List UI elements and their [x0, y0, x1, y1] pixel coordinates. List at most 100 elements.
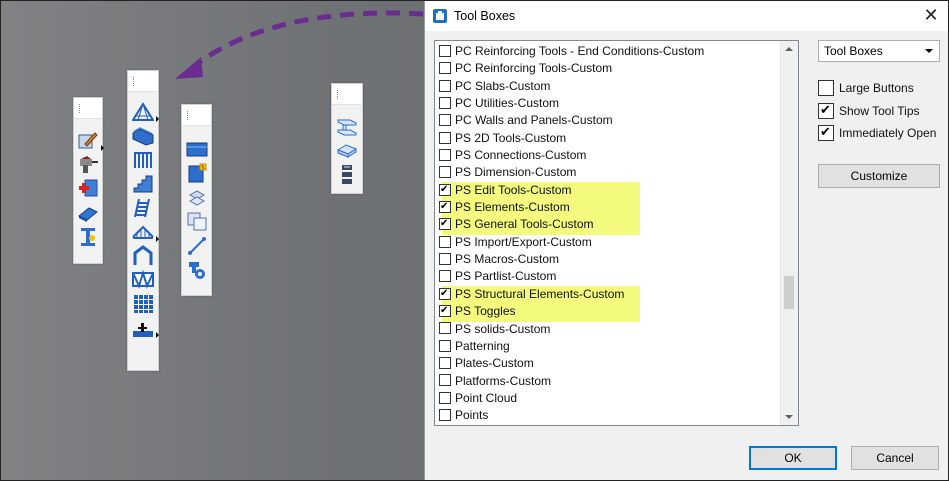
- item-label: PS Connections-Custom: [455, 148, 587, 163]
- immediately-open-option[interactable]: Immediately Open: [818, 124, 936, 142]
- item-checkbox[interactable]: [439, 409, 451, 422]
- item-checkbox[interactable]: [439, 62, 451, 75]
- toolbox-list[interactable]: PC Reinforcing Tools - End Conditions-Cu…: [434, 40, 799, 426]
- toolbox-2[interactable]: [127, 70, 159, 371]
- item-checkbox[interactable]: [439, 322, 451, 335]
- item-checkbox[interactable]: [439, 285, 451, 302]
- toolbox-grip[interactable]: [128, 71, 158, 92]
- customize-button[interactable]: Customize: [818, 164, 940, 188]
- list-item[interactable]: PS solids-Custom: [439, 321, 798, 338]
- large-buttons-checkbox[interactable]: [818, 79, 834, 96]
- list-item[interactable]: PC Reinforcing Tools - End Conditions-Cu…: [439, 43, 798, 60]
- grating-icon[interactable]: [132, 293, 154, 314]
- list-item[interactable]: PC Reinforcing Tools-Custom: [439, 60, 798, 77]
- move-icon[interactable]: [186, 187, 208, 208]
- edit-element-icon[interactable]: [77, 130, 104, 151]
- insert-element-icon[interactable]: [77, 178, 99, 199]
- cancel-button[interactable]: Cancel: [851, 446, 939, 470]
- item-checkbox[interactable]: [439, 166, 451, 179]
- railing-icon[interactable]: [132, 149, 154, 170]
- close-icon[interactable]: ✕: [921, 5, 941, 26]
- i-beam-icon[interactable]: [336, 116, 358, 137]
- scroll-down-icon[interactable]: [785, 415, 793, 419]
- item-checkbox[interactable]: [439, 215, 451, 232]
- beam-profile-icon[interactable]: [186, 139, 208, 160]
- column-icon[interactable]: [77, 226, 99, 247]
- select-value: Tool Boxes: [824, 44, 883, 58]
- list-item[interactable]: Points: [439, 407, 798, 424]
- list-item[interactable]: PS Edit Tools-Custom: [439, 181, 798, 199]
- toolbox-4[interactable]: [331, 83, 363, 194]
- ok-button[interactable]: OK: [749, 446, 837, 470]
- toolbox-grip[interactable]: [332, 84, 362, 105]
- toolbox-3[interactable]: [181, 104, 212, 296]
- show-tool-tips-checkbox[interactable]: [818, 102, 834, 119]
- item-checkbox[interactable]: [439, 148, 451, 161]
- corrugated-sheet-icon[interactable]: [132, 125, 154, 146]
- large-buttons-option[interactable]: Large Buttons: [818, 79, 914, 97]
- bolt-stack-icon[interactable]: [336, 164, 358, 185]
- toolbox-1[interactable]: [73, 97, 104, 264]
- item-checkbox[interactable]: [439, 252, 451, 265]
- list-item[interactable]: Plates-Custom: [439, 355, 798, 372]
- list-item[interactable]: PS General Tools-Custom: [439, 215, 798, 233]
- item-label: Points: [455, 408, 489, 423]
- drill-icon[interactable]: [77, 154, 99, 175]
- toolbox-grip[interactable]: [182, 105, 211, 126]
- list-item[interactable]: PS Dimension-Custom: [439, 164, 798, 181]
- item-checkbox[interactable]: [439, 357, 451, 370]
- item-checkbox[interactable]: [439, 96, 451, 109]
- arrow-head: [175, 57, 203, 79]
- settings-icon[interactable]: [186, 259, 208, 280]
- list-item[interactable]: PS Macros-Custom: [439, 251, 798, 268]
- list-item[interactable]: PS Elements-Custom: [439, 198, 798, 216]
- scroll-up-icon[interactable]: [785, 47, 793, 51]
- item-checkbox[interactable]: [439, 79, 451, 92]
- portal-frame-icon[interactable]: [132, 245, 154, 266]
- platform-icon[interactable]: [132, 317, 159, 338]
- toolbox-type-select[interactable]: Tool Boxes: [818, 40, 940, 62]
- bridge-truss-icon[interactable]: [132, 221, 159, 242]
- list-item[interactable]: PS 2D Tools-Custom: [439, 130, 798, 147]
- scroll-thumb[interactable]: [784, 276, 794, 309]
- list-item[interactable]: PS Structural Elements-Custom: [439, 285, 798, 303]
- list-item[interactable]: PS Partlist-Custom: [439, 268, 798, 285]
- item-checkbox[interactable]: [439, 270, 451, 283]
- stairs-icon[interactable]: [132, 173, 154, 194]
- line-icon[interactable]: [186, 235, 208, 256]
- item-checkbox[interactable]: [439, 44, 451, 57]
- roof-truss-icon[interactable]: [132, 101, 159, 122]
- edit-profile-icon[interactable]: [186, 163, 208, 184]
- copy-icon[interactable]: [186, 211, 208, 232]
- list-item[interactable]: Platforms-Custom: [439, 373, 798, 390]
- toolbox-grip[interactable]: [74, 98, 102, 119]
- show-tool-tips-option[interactable]: Show Tool Tips: [818, 102, 920, 120]
- plate-3d-icon[interactable]: [336, 140, 358, 161]
- item-checkbox[interactable]: [439, 302, 451, 319]
- list-item[interactable]: Point Cloud: [439, 390, 798, 407]
- item-checkbox[interactable]: [439, 114, 451, 127]
- item-checkbox[interactable]: [439, 235, 451, 248]
- ladder-icon[interactable]: [132, 197, 154, 218]
- list-item[interactable]: Patterning: [439, 338, 798, 355]
- item-checkbox[interactable]: [439, 131, 451, 144]
- list-item[interactable]: PC Slabs-Custom: [439, 78, 798, 95]
- list-item[interactable]: PC Walls and Panels-Custom: [439, 112, 798, 129]
- item-checkbox[interactable]: [439, 181, 451, 198]
- list-scrollbar[interactable]: [780, 41, 798, 425]
- item-label: PS Elements-Custom: [455, 200, 570, 215]
- bracing-icon[interactable]: [132, 269, 154, 290]
- plate-icon[interactable]: [77, 202, 99, 223]
- item-label: Plates-Custom: [455, 356, 534, 371]
- item-checkbox[interactable]: [439, 391, 451, 404]
- list-item[interactable]: PC Utilities-Custom: [439, 95, 798, 112]
- dialog-titlebar[interactable]: Tool Boxes ✕: [425, 1, 948, 31]
- list-item[interactable]: PS Connections-Custom: [439, 147, 798, 164]
- chevron-down-icon[interactable]: [925, 49, 933, 53]
- item-checkbox[interactable]: [439, 198, 451, 215]
- item-checkbox[interactable]: [439, 374, 451, 387]
- item-checkbox[interactable]: [439, 339, 451, 352]
- list-item[interactable]: PS Import/Export-Custom: [439, 234, 798, 251]
- immediately-open-checkbox[interactable]: [818, 124, 834, 141]
- list-item[interactable]: PS Toggles: [439, 302, 798, 320]
